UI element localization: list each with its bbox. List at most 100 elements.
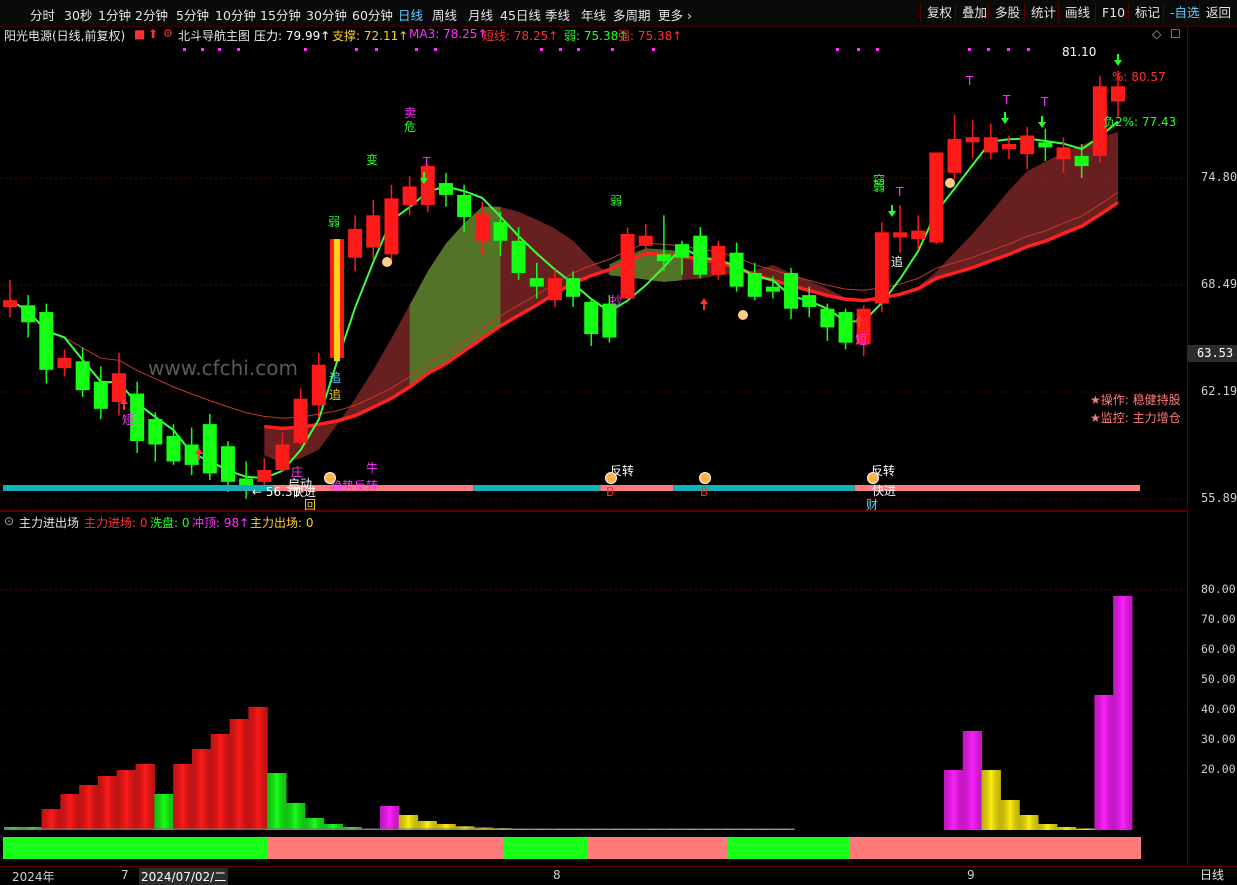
toolbar-button-8[interactable]: 返回 xyxy=(1199,3,1237,22)
period-tab-6[interactable]: 15分钟 xyxy=(260,5,301,24)
indicator-bar-shade xyxy=(229,719,249,830)
signal-label: 弱 xyxy=(610,194,622,208)
signal-label: 窃 xyxy=(873,172,885,187)
signal-label: B xyxy=(700,485,708,499)
signal-dot xyxy=(237,48,240,51)
candle-body xyxy=(893,232,908,238)
candle-body xyxy=(202,424,217,474)
money-bag-icon xyxy=(324,472,336,484)
state-strip-segment xyxy=(587,837,728,859)
candle-body xyxy=(929,152,944,243)
candle-body xyxy=(947,138,962,173)
indicator-bar-shade xyxy=(135,764,155,830)
toolbar-button-3[interactable]: 统计 xyxy=(1024,3,1062,22)
candle-body xyxy=(747,273,762,297)
candle-body xyxy=(148,419,163,445)
candle-body xyxy=(874,232,889,304)
candle-body xyxy=(784,273,799,309)
indicator-bar-shade xyxy=(173,764,193,830)
down-arrow-icon xyxy=(1114,54,1122,66)
period-tab-14[interactable]: 年线 xyxy=(581,5,606,24)
signal-label: B xyxy=(606,485,614,499)
period-tab-2[interactable]: 1分钟 xyxy=(98,5,131,24)
watermark: www.cfchi.com xyxy=(148,356,298,380)
signal-dot xyxy=(183,48,186,51)
candle-body xyxy=(529,278,544,287)
period-tab-8[interactable]: 60分钟 xyxy=(352,5,393,24)
indicator-pane-name[interactable]: 主力进出场 xyxy=(19,514,79,531)
signal-label: T xyxy=(1040,95,1049,109)
high-price-label: 81.10 xyxy=(1062,45,1096,59)
period-tab-3[interactable]: 2分钟 xyxy=(135,5,168,24)
indicator-bar-shade xyxy=(60,794,80,830)
state-strip-segment xyxy=(850,837,1141,859)
date-label: 2024年 xyxy=(12,870,55,884)
indicator-chart xyxy=(0,589,1187,859)
period-tab-10[interactable]: 周线 xyxy=(432,5,457,24)
period-tab-15[interactable]: 多周期 xyxy=(613,5,651,24)
signal-dot xyxy=(201,48,204,51)
period-tab-0[interactable]: 分时 xyxy=(30,5,55,24)
candle-body xyxy=(93,381,108,409)
lower-band-label: 负2%: 77.43 xyxy=(1103,115,1176,129)
money-bag-icon xyxy=(699,472,711,484)
candle-body xyxy=(57,357,72,369)
signal-label: 趋势反转 xyxy=(330,478,378,493)
hand-pointer-icon xyxy=(738,310,748,320)
indicator-bar-shade xyxy=(1113,596,1133,830)
toolbar-button-2[interactable]: 多股 xyxy=(988,3,1026,22)
signal-label: 短 xyxy=(855,333,867,347)
signal-label: T xyxy=(965,74,974,88)
signal-dot xyxy=(559,48,562,51)
toolbar-button-4[interactable]: 画线 xyxy=(1058,3,1096,22)
candle-body xyxy=(420,166,435,206)
candle-body xyxy=(1020,135,1035,155)
candle-body xyxy=(911,230,926,240)
toolbar-button-5[interactable]: F10 xyxy=(1095,3,1131,22)
date-label: 8 xyxy=(553,868,561,882)
state-strip-segment xyxy=(503,837,587,859)
down-arrow-icon xyxy=(1001,112,1009,124)
period-tab-13[interactable]: 季线 xyxy=(545,5,570,24)
indicator-bar-shade xyxy=(1000,800,1020,830)
period-tab-1[interactable]: 30秒 xyxy=(64,5,92,24)
candle-body xyxy=(257,469,272,482)
period-tab-9[interactable]: 日线 xyxy=(398,5,423,24)
indicator-bar-shade xyxy=(154,794,174,830)
indicator-bar-shade xyxy=(304,818,325,830)
signal-label: 变 xyxy=(366,152,378,167)
operation-label: ★操作: 稳健持股 xyxy=(1090,392,1181,407)
state-strip-segment xyxy=(268,837,503,859)
toolbar-button-0[interactable]: 复权 xyxy=(920,3,958,22)
indicator-tick-label: 50.00 xyxy=(1201,672,1236,686)
indicator-bar-shade xyxy=(41,809,61,830)
indicator-bar-shade xyxy=(1075,828,1095,830)
period-tab-5[interactable]: 10分钟 xyxy=(215,5,256,24)
low-price-label: ← 56.31 xyxy=(252,485,300,499)
indicator-tick-label: 80.00 xyxy=(1201,582,1236,596)
collapse-icon[interactable]: ⊙ xyxy=(4,514,14,528)
period-toolbar: 分时 30秒 1分钟 2分钟 5分钟 10分钟 15分钟 30分钟 60分钟 日线 周线 月线 45日线… xyxy=(0,0,1237,27)
candle-body xyxy=(384,198,399,255)
ma-long-line xyxy=(9,191,1119,419)
candle-body xyxy=(693,235,708,275)
period-tab-4[interactable]: 5分钟 xyxy=(176,5,209,24)
period-tab-7[interactable]: 30分钟 xyxy=(306,5,347,24)
indicator-bar-shade xyxy=(248,707,268,830)
indicator-bar-shade xyxy=(1038,824,1058,830)
money-bag-icon xyxy=(867,472,879,484)
period-tab-11[interactable]: 月线 xyxy=(468,5,493,24)
signal-label: 危 xyxy=(404,120,416,134)
candle-body xyxy=(566,278,581,297)
candle-body xyxy=(1002,144,1017,150)
period-tab-12[interactable]: 45日线 xyxy=(500,5,541,24)
signal-label: 追 xyxy=(329,387,341,402)
candle-body xyxy=(656,254,671,262)
signal-label: 抄 xyxy=(610,294,622,308)
candle-body xyxy=(602,303,617,338)
signal-dot xyxy=(415,48,418,51)
toolbar-button-6[interactable]: 标记 xyxy=(1128,3,1166,22)
candle-body xyxy=(965,137,980,143)
period-tab-16[interactable]: 更多 › xyxy=(658,5,692,24)
signal-dot xyxy=(987,48,990,51)
